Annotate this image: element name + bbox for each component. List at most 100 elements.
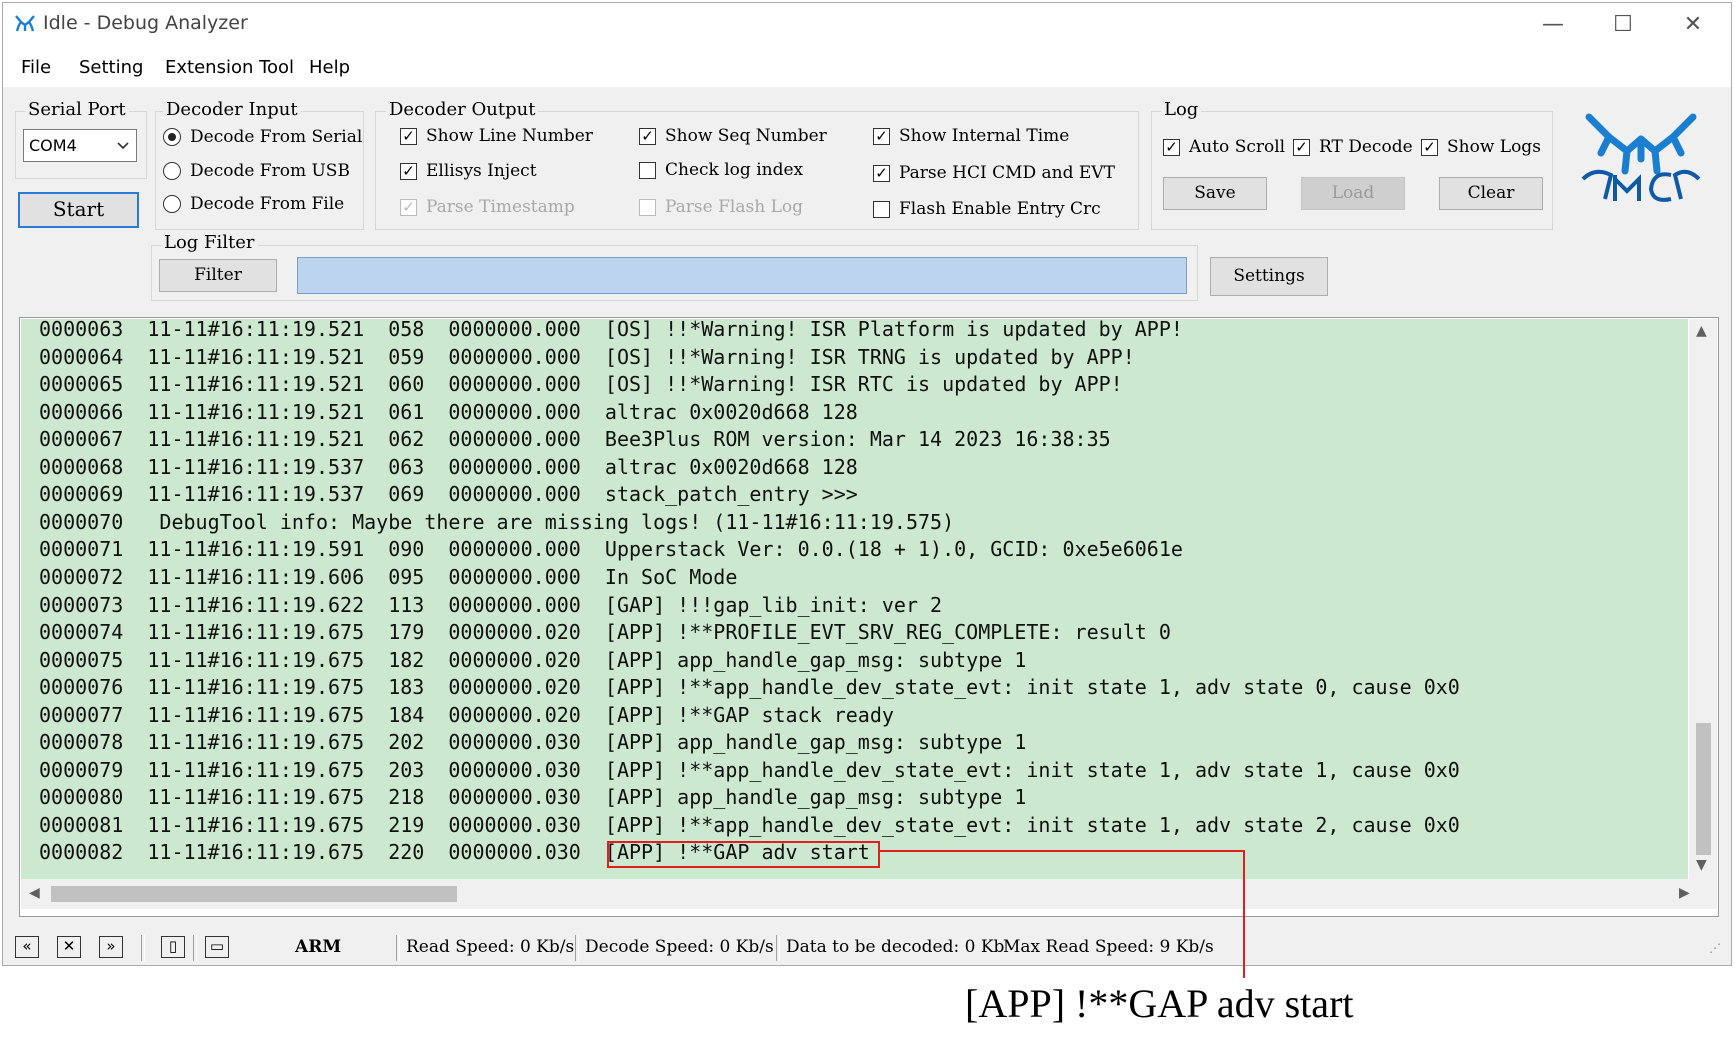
log-line: 0000067 11-11#16:11:19.521 062 0000000.0… xyxy=(39,427,1111,452)
log-line: 0000077 11-11#16:11:19.675 184 0000000.0… xyxy=(39,702,894,727)
radio-icon xyxy=(163,195,181,213)
checkbox-checked-icon: ✓ xyxy=(400,162,417,180)
checkbox-checked-icon: ✓ xyxy=(639,127,656,145)
auto-scroll-checkbox[interactable]: ✓ Auto Scroll xyxy=(1163,137,1285,157)
checkbox-checked-icon: ✓ xyxy=(400,127,417,145)
show-internal-time-checkbox[interactable]: ✓ Show Internal Time xyxy=(873,126,1069,146)
radio-icon xyxy=(163,162,181,180)
scroll-down-icon[interactable]: ▼ xyxy=(1696,857,1707,873)
parse-timestamp-label: Parse Timestamp xyxy=(426,197,575,217)
show-line-number-checkbox[interactable]: ✓ Show Line Number xyxy=(400,126,593,146)
menu-extension-tool[interactable]: Extension Tool xyxy=(165,57,294,78)
filter-input[interactable] xyxy=(297,257,1187,294)
split-horizontal-icon[interactable]: ▭ xyxy=(205,936,229,958)
brand-logo-icon xyxy=(1581,113,1701,202)
log-area[interactable]: 0000063 11-11#16:11:19.521 058 0000000.0… xyxy=(21,319,1688,879)
checkbox-checked-icon: ✓ xyxy=(400,198,417,216)
maximize-icon[interactable]: ☐ xyxy=(1588,3,1658,47)
clear-view-icon[interactable]: ✕ xyxy=(57,936,81,958)
scroll-left-icon[interactable]: ◀ xyxy=(29,885,40,901)
flash-enable-entry-crc-label: Flash Enable Entry Crc xyxy=(899,199,1101,219)
ellisys-inject-checkbox[interactable]: ✓ Ellisys Inject xyxy=(400,161,537,181)
menu-bar: File Setting Extension Tool Help xyxy=(3,47,1731,87)
radio-selected-icon xyxy=(163,128,181,146)
first-page-icon[interactable]: « xyxy=(15,936,39,958)
check-log-index-checkbox[interactable]: Check log index xyxy=(639,160,803,180)
menu-file[interactable]: File xyxy=(21,57,51,78)
log-line: 0000076 11-11#16:11:19.675 183 0000000.0… xyxy=(39,675,1460,700)
log-line: 0000079 11-11#16:11:19.675 203 0000000.0… xyxy=(39,757,1460,782)
read-speed: Read Speed: 0 Kb/s xyxy=(406,937,575,957)
split-vertical-icon[interactable]: ▯ xyxy=(161,936,185,958)
show-seq-number-label: Show Seq Number xyxy=(665,126,827,146)
load-button: Load xyxy=(1301,177,1405,210)
log-line: 0000080 11-11#16:11:19.675 218 0000000.0… xyxy=(39,785,1027,810)
log-group xyxy=(1151,111,1553,230)
log-line: 0000074 11-11#16:11:19.675 179 0000000.0… xyxy=(39,620,1171,645)
filter-button[interactable]: Filter xyxy=(159,259,277,292)
data-to-be-decoded: Data to be decoded: 0 Kb xyxy=(786,937,1005,957)
log-group-label: Log xyxy=(1161,99,1202,120)
checkbox-checked-icon: ✓ xyxy=(873,164,890,182)
checkbox-icon xyxy=(639,161,656,179)
decoder-output-label: Decoder Output xyxy=(386,99,539,120)
parse-hci-cmd-evt-label: Parse HCI CMD and EVT xyxy=(899,163,1115,183)
serial-port-select[interactable]: COM4 xyxy=(23,129,137,162)
last-page-icon[interactable]: » xyxy=(99,936,123,958)
decode-from-file-label: Decode From File xyxy=(190,194,345,214)
log-line: 0000071 11-11#16:11:19.591 090 0000000.0… xyxy=(39,537,1183,562)
menu-setting[interactable]: Setting xyxy=(79,57,143,78)
decode-from-file-radio[interactable]: Decode From File xyxy=(163,194,344,214)
decode-from-usb-radio[interactable]: Decode From USB xyxy=(163,161,350,181)
vertical-scroll-thumb[interactable] xyxy=(1696,723,1711,855)
check-log-index-label: Check log index xyxy=(665,160,804,180)
horizontal-scrollbar[interactable]: ◀ ▶ xyxy=(21,879,1717,909)
checkbox-checked-icon: ✓ xyxy=(1421,138,1438,156)
show-logs-label: Show Logs xyxy=(1447,137,1541,157)
log-pane[interactable]: 0000063 11-11#16:11:19.521 058 0000000.0… xyxy=(19,317,1719,917)
log-filter-label: Log Filter xyxy=(161,232,258,253)
decode-speed: Decode Speed: 0 Kb/s xyxy=(585,937,774,957)
rt-decode-checkbox[interactable]: ✓ RT Decode xyxy=(1293,137,1413,157)
horizontal-scroll-thumb[interactable] xyxy=(51,886,457,902)
checkbox-icon xyxy=(639,198,656,216)
start-button[interactable]: Start xyxy=(18,192,139,228)
checkbox-checked-icon: ✓ xyxy=(1163,138,1180,156)
vertical-scrollbar[interactable]: ▲ ▼ xyxy=(1689,319,1717,879)
log-line: 0000078 11-11#16:11:19.675 202 0000000.0… xyxy=(39,730,1027,755)
decode-from-serial-radio[interactable]: Decode From Serial xyxy=(163,127,362,147)
serial-port-value: COM4 xyxy=(29,136,77,155)
show-seq-number-checkbox[interactable]: ✓ Show Seq Number xyxy=(639,126,827,146)
minimize-icon[interactable]: — xyxy=(1518,3,1588,47)
log-line: 0000065 11-11#16:11:19.521 060 0000000.0… xyxy=(39,372,1123,397)
auto-scroll-label: Auto Scroll xyxy=(1189,137,1286,157)
callout-line-vertical xyxy=(1243,850,1245,978)
scroll-right-icon[interactable]: ▶ xyxy=(1679,885,1690,901)
app-logo-icon xyxy=(15,15,35,32)
show-logs-checkbox[interactable]: ✓ Show Logs xyxy=(1421,137,1541,157)
close-icon[interactable]: ✕ xyxy=(1658,3,1728,47)
parse-hci-cmd-evt-checkbox[interactable]: ✓ Parse HCI CMD and EVT xyxy=(873,163,1115,183)
title-bar: Idle - Debug Analyzer — ☐ ✕ xyxy=(3,3,1731,47)
decoder-input-label: Decoder Input xyxy=(163,99,301,120)
resize-grip-icon[interactable]: ⋰ xyxy=(1709,941,1721,955)
callout-line xyxy=(880,850,1245,852)
callout-caption: [APP] !**GAP adv start xyxy=(965,981,1354,1026)
chevron-down-icon xyxy=(117,142,129,150)
rt-decode-label: RT Decode xyxy=(1319,137,1413,157)
settings-button[interactable]: Settings xyxy=(1210,257,1328,296)
menu-help[interactable]: Help xyxy=(309,57,350,78)
flash-enable-entry-crc-checkbox[interactable]: Flash Enable Entry Crc xyxy=(873,199,1101,219)
scroll-up-icon[interactable]: ▲ xyxy=(1696,323,1707,339)
log-line: 0000073 11-11#16:11:19.622 113 0000000.0… xyxy=(39,592,943,617)
log-line: 0000081 11-11#16:11:19.675 219 0000000.0… xyxy=(39,812,1460,837)
clear-button[interactable]: Clear xyxy=(1439,177,1543,210)
log-line: 0000063 11-11#16:11:19.521 058 0000000.0… xyxy=(39,319,1183,341)
arch-label: ARM xyxy=(295,937,342,957)
log-line: 0000068 11-11#16:11:19.537 063 0000000.0… xyxy=(39,454,858,479)
log-line: 0000070 DebugTool info: Maybe there are … xyxy=(39,509,955,534)
save-button[interactable]: Save xyxy=(1163,177,1267,210)
app-window: Idle - Debug Analyzer — ☐ ✕ File Setting… xyxy=(2,2,1732,966)
log-line: 0000069 11-11#16:11:19.537 069 0000000.0… xyxy=(39,482,858,507)
serial-port-label: Serial Port xyxy=(25,99,129,120)
